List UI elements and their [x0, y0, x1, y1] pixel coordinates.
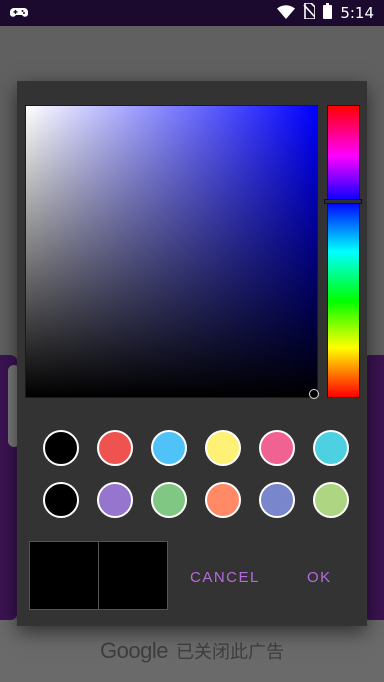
saturation-value-area[interactable]: [25, 105, 318, 398]
ad-banner: Google 已关闭此广告: [0, 620, 384, 682]
new-color-preview: [98, 542, 167, 609]
color-swatch[interactable]: [313, 482, 349, 518]
swatch-row: [43, 430, 349, 466]
color-swatch[interactable]: [97, 430, 133, 466]
ok-button[interactable]: OK: [301, 565, 338, 590]
color-swatch[interactable]: [205, 482, 241, 518]
color-swatch[interactable]: [151, 430, 187, 466]
status-bar: 5:14: [0, 0, 384, 26]
no-sim-icon: [303, 2, 317, 23]
color-swatch[interactable]: [259, 430, 295, 466]
color-swatch[interactable]: [205, 430, 241, 466]
cancel-button[interactable]: CANCEL: [184, 565, 266, 590]
ad-closed-text: 已关闭此广告: [175, 642, 284, 663]
color-swatch[interactable]: [313, 430, 349, 466]
color-preview: [29, 541, 168, 610]
swatch-row: [43, 482, 349, 518]
gamepad-icon: [10, 5, 28, 24]
color-swatch[interactable]: [151, 482, 187, 518]
color-swatch[interactable]: [259, 482, 295, 518]
old-color-preview: [30, 542, 98, 609]
google-logo: Google: [100, 638, 168, 663]
hue-slider[interactable]: [327, 105, 360, 398]
color-swatch[interactable]: [43, 430, 79, 466]
saturation-value-handle[interactable]: [309, 389, 319, 399]
color-swatch[interactable]: [97, 482, 133, 518]
color-picker-dialog: CANCEL OK: [17, 81, 367, 626]
hue-slider-handle[interactable]: [324, 199, 362, 204]
color-swatches: [43, 430, 349, 518]
clock: 5:14: [340, 4, 374, 22]
color-swatch[interactable]: [43, 482, 79, 518]
battery-icon: [323, 3, 333, 23]
wifi-icon: [277, 4, 296, 23]
